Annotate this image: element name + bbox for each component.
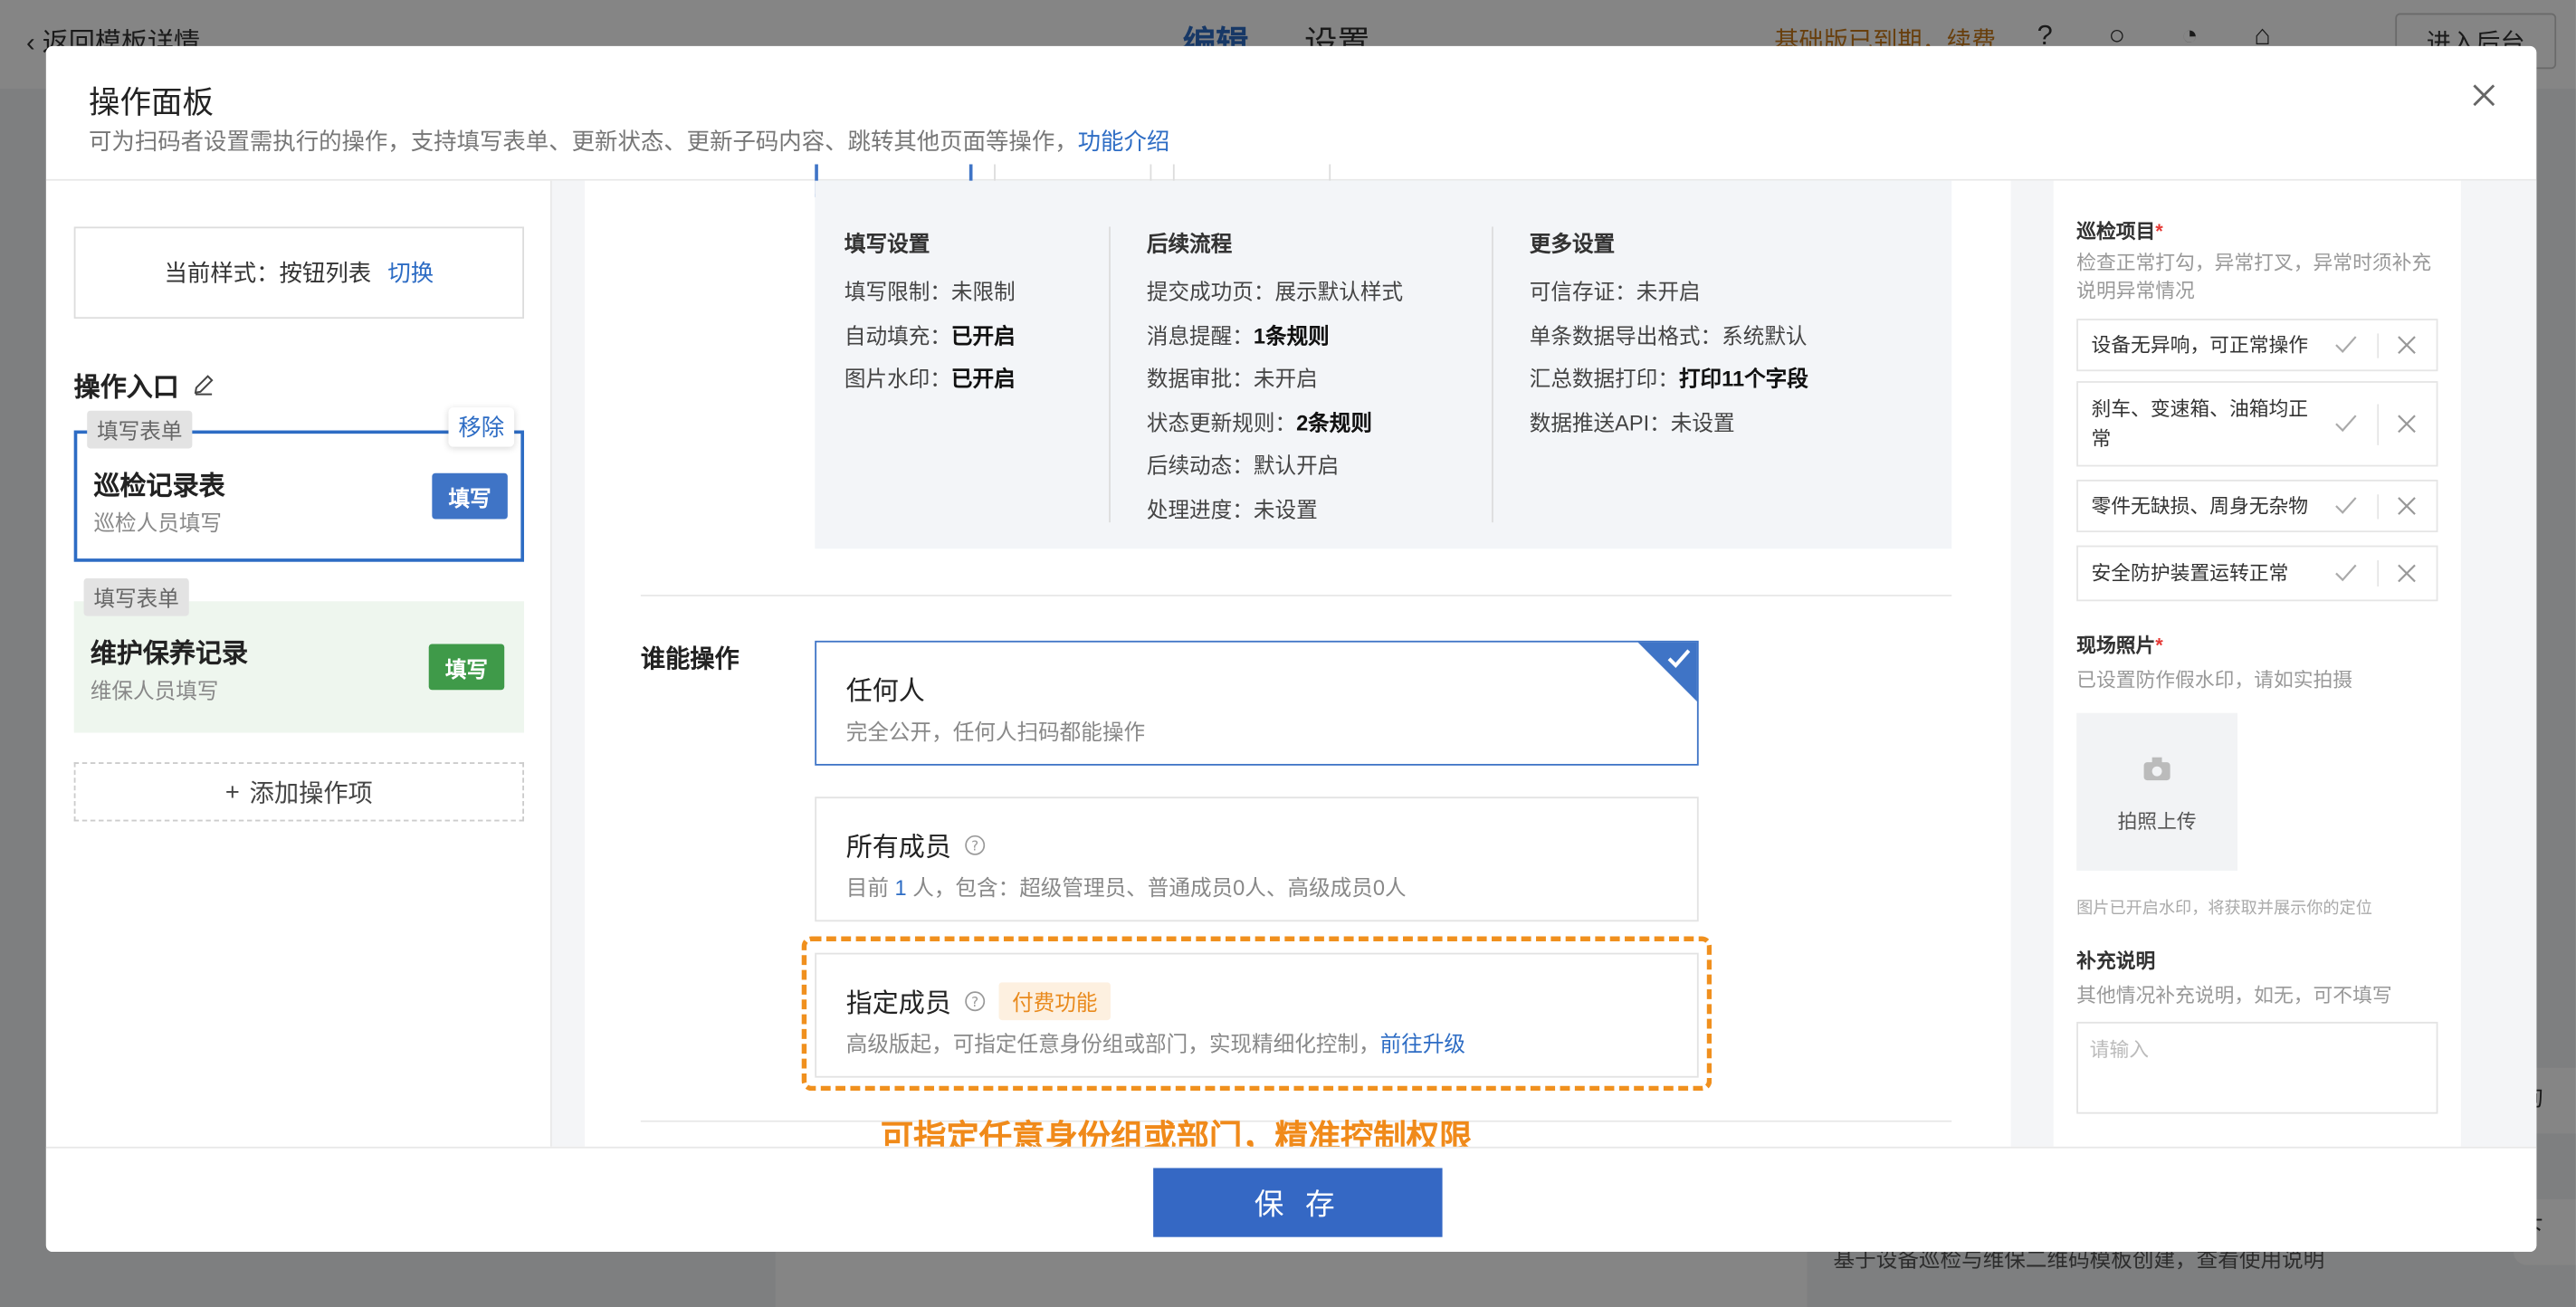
modal-footer: 保 存 xyxy=(45,1146,2537,1253)
add-operation-label: 添加操作项 xyxy=(249,779,373,808)
remove-button[interactable]: 移除 xyxy=(448,407,515,447)
modal-description: 可为扫码者设置需执行的操作，支持填写表单、更新状态、更新子码内容、跳转其他页面等… xyxy=(89,125,1169,157)
plus-icon: + xyxy=(224,778,240,806)
option-all-members[interactable]: 所有成员 ? 目前 1 人，包含：超级管理员、普通成员0人、高级成员0人 xyxy=(815,797,1699,922)
add-operation-button[interactable]: + 添加操作项 xyxy=(73,762,524,822)
setting-row: 图片水印：已开启 xyxy=(844,366,1016,391)
cross-icon[interactable] xyxy=(2397,564,2417,584)
operation-name: 巡检记录表 xyxy=(93,472,225,501)
check-item-text: 零件无缺损、周身无杂物 xyxy=(2091,494,2309,518)
fill-settings-column: 填写设置 填写限制：未限制 自动填充：已开启 图片水印：已开启 xyxy=(844,226,1016,405)
close-icon[interactable] xyxy=(2467,79,2500,111)
feature-intro-link[interactable]: 功能介绍 xyxy=(1078,129,1170,155)
more-settings-column: 更多设置 可信存证：未开启 单条数据导出格式：系统默认 汇总数据打印：打印11个… xyxy=(1530,226,1808,448)
cross-icon[interactable] xyxy=(2397,414,2417,434)
setting-row: 状态更新规则：2条规则 xyxy=(1146,409,1372,435)
operation-tag: 填写表单 xyxy=(87,410,193,449)
setting-row: 数据审批：未开启 xyxy=(1146,366,1318,391)
settings-summary: 填写设置 填写限制：未限制 自动填充：已开启 图片水印：已开启 后续流程 提交成… xyxy=(815,180,1952,549)
column-title: 后续流程 xyxy=(1146,231,1233,257)
divider xyxy=(640,595,1952,596)
inspection-items-desc: 检查正常打勾，异常打叉，异常时须补充说明异常情况 xyxy=(2076,251,2432,302)
check-icon[interactable] xyxy=(2334,562,2357,585)
setting-row: 数据推送API：未设置 xyxy=(1529,409,1735,435)
extra-desc: 其他情况补充说明，如无，可不填写 xyxy=(2076,984,2392,1007)
check-item: 安全防护装置运转正常 xyxy=(2076,545,2438,602)
member-count: 1 xyxy=(894,875,907,901)
preview-column: 巡检项目* 检查正常打勾，异常打叉，异常时须补充说明异常情况 设备无异响，可正常… xyxy=(2010,180,2537,1147)
option-title: 任何人 xyxy=(845,678,925,707)
check-item: 刹车、变速箱、油箱均正常 xyxy=(2076,381,2438,467)
setting-row: 汇总数据打印：打印11个字段 xyxy=(1529,366,1808,391)
fill-button[interactable]: 填写 xyxy=(432,472,508,520)
column-title: 更多设置 xyxy=(1529,231,1616,257)
form-preview: 巡检项目* 检查正常打勾，异常打叉，异常时须补充说明异常情况 设备无异响，可正常… xyxy=(2053,180,2461,1147)
inspection-items-title: 巡检项目* xyxy=(2076,220,2163,243)
check-icon[interactable] xyxy=(2334,413,2357,435)
photo-desc: 已设置防作假水印，请如实拍摄 xyxy=(2076,668,2353,692)
option-anyone[interactable]: 任何人 完全公开，任何人扫码都能操作 xyxy=(815,640,1699,766)
operation-subtitle: 巡检人员填写 xyxy=(93,510,223,536)
option-description: 目前 1 人，包含：超级管理员、普通成员0人、高级成员0人 xyxy=(845,875,1407,901)
operation-name: 维护保养记录 xyxy=(90,640,249,669)
style-selector: 当前样式：按钮列表 切换 xyxy=(73,226,524,320)
operation-card-maintenance[interactable]: 填写表单 维护保养记录 维保人员填写 填写 xyxy=(73,577,524,733)
setting-row: 提交成功页：展示默认样式 xyxy=(1146,279,1404,304)
pencil-icon[interactable] xyxy=(192,373,215,396)
column-divider xyxy=(1109,226,1111,523)
operation-subtitle: 维保人员填写 xyxy=(90,678,219,703)
check-item-text: 刹车、变速箱、油箱均正常 xyxy=(2091,397,2309,451)
switch-style-link[interactable]: 切换 xyxy=(387,256,434,289)
modal-title: 操作面板 xyxy=(89,87,214,122)
operation-tag: 填写表单 xyxy=(83,577,189,616)
setting-row: 后续动态：默认开启 xyxy=(1146,453,1340,479)
option-title: 所有成员 ? xyxy=(846,825,986,864)
operation-panel-modal: 操作面板 可为扫码者设置需执行的操作，支持填写表单、更新状态、更新子码内容、跳转… xyxy=(45,45,2537,1253)
extra-input[interactable]: 请输入 xyxy=(2076,1021,2438,1114)
modal-header: 操作面板 可为扫码者设置需执行的操作，支持填写表单、更新状态、更新子码内容、跳转… xyxy=(45,46,2537,181)
setting-row: 处理进度：未设置 xyxy=(1146,497,1318,522)
check-item-text: 安全防护装置运转正常 xyxy=(2091,561,2289,586)
column-title: 填写设置 xyxy=(844,231,930,257)
check-icon xyxy=(1667,649,1691,668)
svg-text:?: ? xyxy=(971,837,978,854)
photo-title: 现场照片* xyxy=(2076,634,2163,657)
check-icon[interactable] xyxy=(2334,494,2357,517)
setting-row: 单条数据导出格式：系统默认 xyxy=(1529,322,1808,348)
option-title-text: 所有成员 xyxy=(845,835,951,863)
save-button[interactable]: 保 存 xyxy=(1153,1168,1443,1237)
extra-title: 补充说明 xyxy=(2076,949,2156,973)
cross-icon[interactable] xyxy=(2397,496,2417,516)
left-column: 当前样式：按钮列表 切换 操作入口 填写表单 移除 巡检记录表 巡检人员填写 填… xyxy=(46,180,552,1147)
camera-icon xyxy=(2143,757,2171,781)
operation-card-inspection[interactable]: 填写表单 移除 巡检记录表 巡检人员填写 填写 xyxy=(73,407,524,562)
cross-icon[interactable] xyxy=(2397,335,2417,355)
center-column: 填写设置 填写限制：未限制 自动填充：已开启 图片水印：已开启 后续流程 提交成… xyxy=(551,164,2011,1157)
question-icon[interactable]: ? xyxy=(964,834,986,855)
check-item: 零件无缺损、周身无杂物 xyxy=(2076,479,2438,533)
setting-row: 填写限制：未限制 xyxy=(844,279,1016,304)
section-title-text: 操作入口 xyxy=(73,374,179,403)
check-item: 设备无异响，可正常操作 xyxy=(2076,319,2438,372)
highlight-frame xyxy=(801,936,1713,1092)
description-text: 可为扫码者设置需执行的操作，支持填写表单、更新状态、更新子码内容、跳转其他页面等… xyxy=(89,128,1078,155)
setting-row: 可信存证：未开启 xyxy=(1529,279,1701,304)
style-label: 当前样式：按钮列表 xyxy=(164,259,372,286)
check-icon[interactable] xyxy=(2334,333,2357,356)
section-title: 操作入口 xyxy=(74,365,215,405)
settings-panel: 填写设置 填写限制：未限制 自动填充：已开启 图片水印：已开启 后续流程 提交成… xyxy=(585,164,2011,1157)
option-description: 完全公开，任何人扫码都能操作 xyxy=(845,719,1146,745)
setting-row: 消息提醒：1条规则 xyxy=(1146,322,1330,348)
setting-row: 自动填充：已开启 xyxy=(844,322,1016,348)
pointer-arrow xyxy=(609,281,630,314)
who-can-operate-label: 谁能操作 xyxy=(640,645,739,674)
photo-note: 图片已开启水印，将获取并展示你的定位 xyxy=(2076,900,2372,919)
flow-settings-column: 后续流程 提交成功页：展示默认样式 消息提醒：1条规则 数据审批：未开启 状态更… xyxy=(1147,226,1403,535)
upload-label: 拍照上传 xyxy=(2117,809,2197,834)
column-divider xyxy=(1492,226,1493,523)
check-item-text: 设备无异响，可正常操作 xyxy=(2091,333,2309,357)
photo-upload[interactable]: 拍照上传 xyxy=(2076,712,2238,871)
fill-button[interactable]: 填写 xyxy=(428,644,505,691)
